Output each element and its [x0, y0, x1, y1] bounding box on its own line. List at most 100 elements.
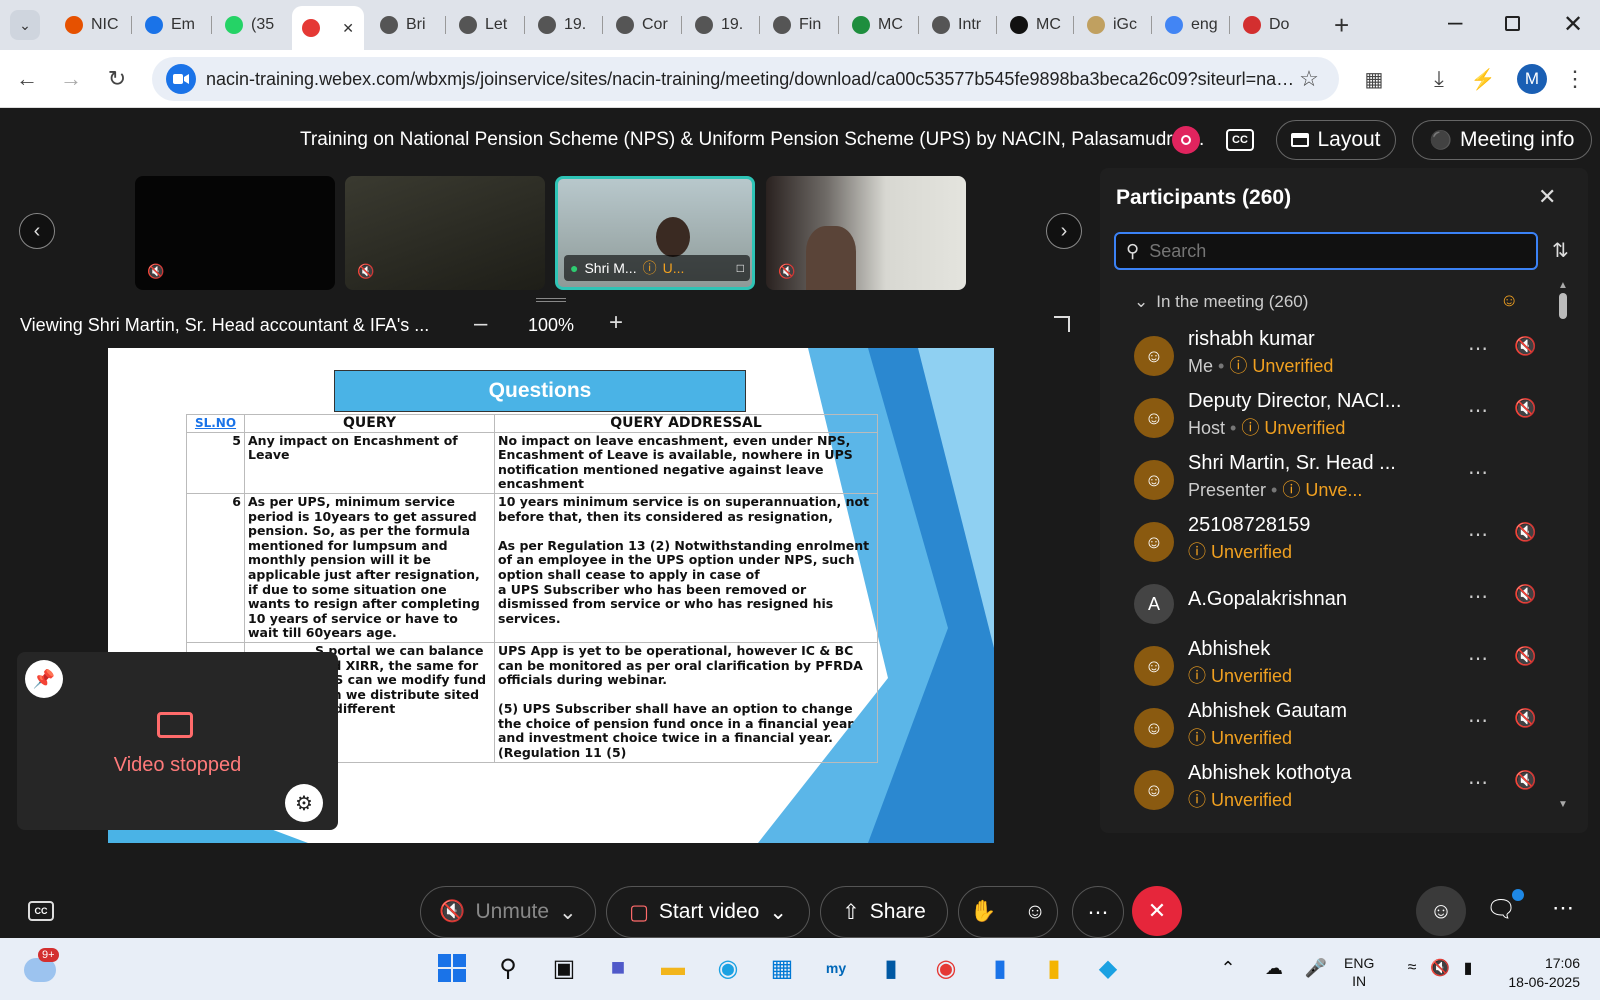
participant-row[interactable]: ☺ Abhishek Gautam ⓘ Unverified ⋯ 🔇: [1100, 700, 1540, 762]
new-tab-button[interactable]: +: [1334, 10, 1349, 41]
participant-more-icon[interactable]: ⋯: [1468, 646, 1488, 671]
file-explorer-icon[interactable]: ▬: [655, 950, 691, 986]
cloud-icon[interactable]: ☁: [1256, 950, 1292, 986]
browser-tab[interactable]: MC: [842, 8, 914, 42]
mysql-icon[interactable]: my: [818, 950, 854, 986]
zoom-in-button[interactable]: +: [609, 309, 623, 337]
meeting-info-button[interactable]: ⚫ Meeting info: [1412, 120, 1592, 160]
share-button[interactable]: ⇧ Share: [820, 886, 948, 938]
address-bar[interactable]: nacin-training.webex.com/wbxmjs/joinserv…: [152, 57, 1339, 101]
thumbnail-resize-handle[interactable]: [536, 298, 566, 302]
tab-close-icon[interactable]: ✕: [342, 20, 354, 37]
participant-more-icon[interactable]: ⋯: [1468, 336, 1488, 361]
clock[interactable]: 17:06 18-06-2025: [1500, 954, 1580, 992]
participant-more-icon[interactable]: ⋯: [1468, 708, 1488, 733]
close-window-button[interactable]: ✕: [1563, 10, 1583, 39]
admit-icon[interactable]: ☺: [1500, 290, 1518, 311]
participant-more-icon[interactable]: ⋯: [1468, 398, 1488, 423]
defender-icon[interactable]: ◆: [1090, 950, 1126, 986]
participant-more-icon[interactable]: ⋯: [1468, 460, 1488, 485]
profile-avatar[interactable]: M: [1517, 64, 1547, 94]
browser-tab[interactable]: Let: [449, 8, 521, 42]
sort-icon[interactable]: ⇅: [1552, 238, 1569, 263]
settings-gear-button[interactable]: ⚙: [285, 784, 323, 822]
participant-row[interactable]: ☺ rishabh kumar Me • ⓘ Unverified ⋯ 🔇: [1100, 328, 1540, 390]
minimize-button[interactable]: –: [1448, 6, 1462, 37]
browser-tab[interactable]: Cor: [606, 8, 678, 42]
unmute-button[interactable]: 🔇 Unmute ⌄: [420, 886, 596, 938]
zoom-out-button[interactable]: –: [474, 310, 487, 338]
browser-tab[interactable]: 19.: [685, 8, 757, 42]
restore-button[interactable]: [1505, 16, 1520, 31]
docs-icon[interactable]: ▮: [982, 950, 1018, 986]
layout-button[interactable]: Layout: [1276, 120, 1396, 160]
chrome-icon[interactable]: ◉: [928, 950, 964, 986]
scrollbar[interactable]: ▲ ▼: [1558, 280, 1568, 810]
participants-toggle-button[interactable]: ☺: [1416, 886, 1466, 936]
participant-thumbnail[interactable]: 🔇: [135, 176, 335, 290]
start-icon[interactable]: [434, 950, 470, 986]
chevron-up-icon[interactable]: ⌃: [1210, 950, 1246, 986]
browser-tab[interactable]: NIC: [55, 8, 127, 42]
more-panels-button[interactable]: ⋯: [1552, 895, 1574, 921]
forward-icon[interactable]: →: [56, 64, 86, 94]
browser-tab[interactable]: Em: [135, 8, 207, 42]
bookmark-star-icon[interactable]: ☆: [1294, 64, 1324, 94]
browser-tab[interactable]: eng: [1155, 8, 1227, 42]
microphone-icon[interactable]: 🎤: [1298, 950, 1334, 986]
task-view-icon[interactable]: ▣: [546, 950, 582, 986]
captions-toggle-icon[interactable]: CC: [28, 901, 54, 921]
close-panel-icon[interactable]: ✕: [1538, 184, 1556, 210]
browser-tab[interactable]: (35: [215, 8, 287, 42]
browser-tab[interactable]: 19.: [528, 8, 600, 42]
browser-menu-icon[interactable]: ⋮: [1560, 64, 1590, 94]
battery-icon[interactable]: ▮: [1450, 950, 1486, 986]
section-header[interactable]: ⌄ In the meeting (260): [1134, 292, 1308, 312]
back-icon[interactable]: ←: [12, 64, 42, 94]
search-input[interactable]: [1149, 240, 1510, 262]
start-video-button[interactable]: ▢ Start video ⌄: [606, 886, 810, 938]
language-indicator[interactable]: ENG IN: [1344, 954, 1374, 990]
participant-row[interactable]: A A.Gopalakrishnan ⋯ 🔇: [1100, 576, 1540, 638]
edge-icon[interactable]: ◉: [710, 950, 746, 986]
browser-tab[interactable]: ✕: [292, 6, 364, 50]
chevron-down-icon[interactable]: ⌄: [769, 900, 787, 925]
participant-row[interactable]: ☺ Abhishek kothotya ⓘ Unverified ⋯ 🔇: [1100, 762, 1540, 824]
slides-icon[interactable]: ▮: [1036, 950, 1072, 986]
chevron-down-icon[interactable]: ⌄: [559, 900, 577, 925]
next-thumbnails-button[interactable]: ›: [1046, 213, 1082, 249]
participant-more-icon[interactable]: ⋯: [1468, 522, 1488, 547]
captions-icon[interactable]: CC: [1226, 129, 1254, 151]
chat-button[interactable]: 🗨: [1486, 889, 1524, 924]
leave-meeting-button[interactable]: ✕: [1132, 886, 1182, 936]
browser-tab[interactable]: Bri: [370, 8, 442, 42]
search-icon[interactable]: ⚲: [490, 950, 526, 986]
active-speaker-thumbnail[interactable]: ● Shri M... ⓘ U... □: [555, 176, 755, 290]
search-box[interactable]: ⚲: [1114, 232, 1538, 270]
participant-row[interactable]: ☺ Deputy Director, NACI... Host • ⓘ Unveri…: [1100, 390, 1540, 452]
participant-thumbnail[interactable]: 🔇: [345, 176, 545, 290]
fullscreen-icon[interactable]: [1054, 316, 1070, 332]
more-options-button[interactable]: ⋯: [1072, 886, 1124, 938]
scrollbar-thumb[interactable]: [1559, 293, 1567, 319]
emoji-reaction-icon[interactable]: ☺: [1024, 900, 1045, 924]
browser-tab[interactable]: MC: [1000, 8, 1072, 42]
downloads-icon[interactable]: ⤓: [1424, 64, 1454, 94]
store-icon[interactable]: ▦: [764, 950, 800, 986]
teams-icon[interactable]: ■: [600, 950, 636, 986]
extensions-icon[interactable]: ▦: [1359, 64, 1389, 94]
site-info-icon[interactable]: [166, 64, 196, 94]
reload-icon[interactable]: ↻: [102, 64, 132, 94]
participant-more-icon[interactable]: ⋯: [1468, 770, 1488, 795]
browser-tab[interactable]: iGc: [1077, 8, 1149, 42]
pin-button[interactable]: 📌: [25, 660, 63, 698]
participant-row[interactable]: ☺ Shri Martin, Sr. Head ... Presenter • ⓘ …: [1100, 452, 1540, 514]
tab-search-button[interactable]: ⌄: [10, 10, 40, 40]
browser-tab[interactable]: Fin: [763, 8, 835, 42]
participant-more-icon[interactable]: ⋯: [1468, 584, 1488, 609]
participant-row[interactable]: ☺ Abhishek ⓘ Unverified ⋯ 🔇: [1100, 638, 1540, 700]
participant-row[interactable]: ☺ 25108728159 ⓘ Unverified ⋯ 🔇: [1100, 514, 1540, 576]
tally-icon[interactable]: ▮: [873, 950, 909, 986]
prev-thumbnails-button[interactable]: ‹: [19, 213, 55, 249]
browser-tab[interactable]: Do: [1233, 8, 1305, 42]
